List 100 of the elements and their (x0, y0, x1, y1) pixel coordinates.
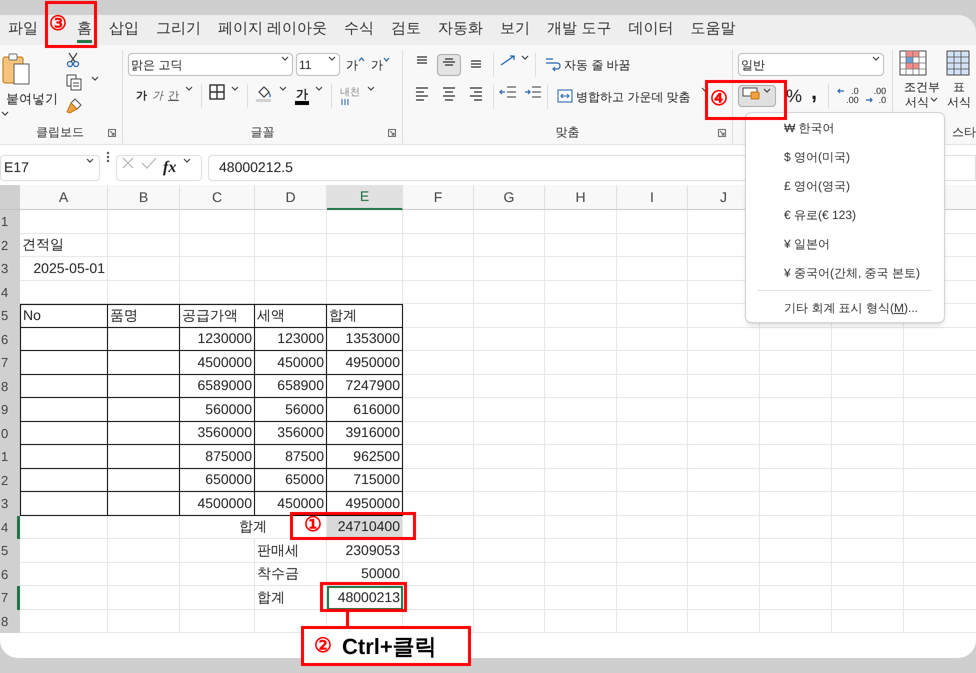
column-header[interactable]: E (327, 185, 403, 210)
italic-button[interactable]: 가 (152, 88, 163, 104)
caret-icon (358, 56, 365, 62)
row-header[interactable]: 1 (0, 445, 20, 468)
row-header[interactable]: 3 (0, 257, 20, 280)
cell (403, 398, 474, 422)
caret-icon (700, 85, 710, 94)
cell (545, 492, 617, 516)
button-label: 서식 (905, 95, 929, 110)
cell (474, 539, 545, 562)
name-box-value: E17 (4, 158, 29, 177)
ribbon-tab[interactable]: 도움말 (690, 17, 736, 43)
caret-icon (184, 84, 194, 93)
cell (255, 280, 327, 304)
button-label: 서식 (947, 95, 971, 110)
cell (545, 398, 617, 422)
decimal-label: .00 (874, 87, 886, 96)
column-header[interactable]: C (180, 185, 255, 210)
ribbon-tab[interactable]: 홈 (77, 17, 92, 43)
cell (474, 468, 545, 492)
ribbon-tab[interactable]: 자동화 (438, 17, 484, 43)
row-header[interactable]: 7 (0, 586, 20, 610)
menu-item[interactable]: ¥ 중국어(간체, 중국 본토) (746, 258, 944, 287)
ribbon-tab[interactable]: 수식 (344, 17, 374, 43)
cell (403, 328, 474, 351)
cell (617, 351, 688, 374)
increase-decimal-button[interactable]: .0 .00 (837, 87, 859, 105)
cell (545, 234, 617, 257)
menu-item[interactable]: ¥ 일본어 (746, 229, 944, 258)
row-header[interactable]: 6 (0, 562, 20, 586)
row-header[interactable]: 5 (0, 539, 20, 562)
alignment-button[interactable] (437, 54, 461, 76)
insert-function-button[interactable]: fx (163, 156, 176, 180)
font-name-dropdown[interactable]: 맑은 고딕 (128, 53, 293, 76)
number-format-value: 일반 (741, 56, 765, 74)
decimal-label: .0 (851, 87, 859, 96)
row-header[interactable]: 0 (0, 422, 20, 445)
ribbon-tab[interactable]: 보기 (500, 17, 530, 43)
percent-button[interactable]: % (786, 82, 802, 110)
row-header[interactable]: 8 (0, 610, 20, 633)
column-header[interactable]: B (108, 185, 180, 210)
cell (545, 280, 617, 304)
number-format-dropdown[interactable]: 일반 (738, 53, 884, 76)
column-header[interactable]: I (617, 185, 688, 210)
row-header[interactable]: 2 (0, 234, 20, 257)
underline-button[interactable]: 간 (168, 88, 179, 104)
cell (760, 374, 832, 398)
row-header[interactable]: 9 (0, 398, 20, 422)
ribbon-tab[interactable]: 페이지 레이아웃 (218, 17, 328, 43)
cell (617, 516, 688, 539)
column-header[interactable]: A (20, 185, 108, 210)
bold-button[interactable]: 가 (136, 88, 147, 104)
ribbon-tab[interactable]: 그리기 (156, 17, 201, 43)
name-box[interactable]: E17 (0, 154, 100, 180)
ribbon-tab[interactable]: 개발 도구 (547, 17, 612, 43)
row-header[interactable]: 4 (0, 516, 20, 539)
cell (545, 374, 617, 398)
column-header[interactable]: F (403, 185, 474, 210)
ribbon-tab[interactable]: 데이터 (628, 17, 674, 43)
comma-button[interactable]: , (808, 85, 820, 107)
menu-item[interactable]: ₩ 한국어 (746, 113, 944, 142)
font-color-button[interactable]: 가 (295, 87, 309, 105)
grow-font-button[interactable]: 가 (346, 56, 365, 74)
row-header[interactable]: 8 (0, 374, 20, 398)
cell: 합계 (327, 304, 403, 328)
cell (617, 280, 688, 304)
shrink-font-button[interactable]: 가 (371, 56, 390, 74)
cell: 4950000 (327, 351, 403, 374)
cell (688, 516, 760, 539)
font-size-dropdown[interactable]: 11 (296, 53, 340, 76)
column-header[interactable]: G (474, 185, 545, 210)
copy-icon (66, 74, 82, 91)
accounting-format-button[interactable] (738, 85, 776, 107)
cell (545, 328, 617, 351)
format-as-table-button[interactable]: 표 서식 (946, 50, 972, 120)
wrap-text-button[interactable]: 자동 줄 바꿈 (545, 56, 631, 74)
vertical-dots-icon (106, 150, 110, 164)
column-header[interactable]: D (255, 185, 327, 210)
column-header[interactable]: H (545, 185, 617, 210)
arrow-icon (864, 97, 873, 103)
borders-icon (209, 84, 225, 100)
cell (760, 586, 832, 610)
row-header[interactable]: 7 (0, 351, 20, 374)
cell (108, 445, 180, 468)
row-header[interactable]: 3 (0, 492, 20, 516)
menu-item[interactable]: 기타 회계 표시 형식(M)... (746, 294, 944, 322)
ribbon-tab[interactable]: 검토 (391, 17, 422, 43)
row-header[interactable]: 6 (0, 328, 20, 351)
cell (617, 304, 688, 328)
paste-button[interactable]: 붙여넣기 (0, 50, 64, 118)
merge-center-button[interactable]: 병합하고 가운데 맞춤 (557, 88, 691, 106)
row-header[interactable]: 4 (0, 280, 20, 304)
cell (474, 210, 545, 234)
cell (474, 234, 545, 257)
ribbon-tab[interactable]: 삽입 (109, 17, 139, 43)
row-header[interactable]: 2 (0, 468, 20, 492)
decrease-decimal-button[interactable]: .00 .0 (864, 87, 886, 105)
ribbon-tab[interactable]: 파일 (8, 17, 38, 43)
row-header[interactable]: 5 (0, 304, 20, 328)
row-header[interactable]: 1 (0, 210, 20, 234)
